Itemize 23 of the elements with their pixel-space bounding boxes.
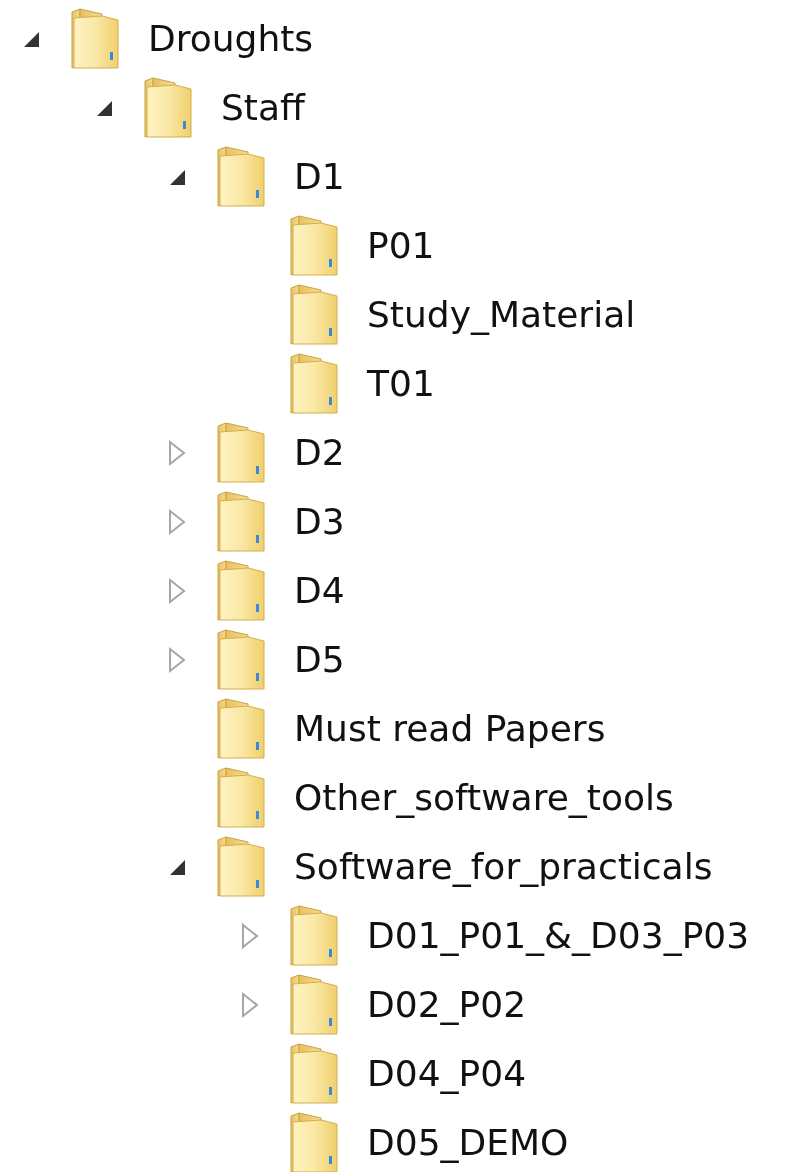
folder-label[interactable]: P01: [367, 225, 435, 266]
expand-arrow-icon[interactable]: [241, 922, 259, 949]
folder-label[interactable]: Software_for_practicals: [294, 846, 713, 887]
expand-arrow-icon[interactable]: [168, 508, 186, 535]
folder-label[interactable]: Other_software_tools: [294, 777, 674, 818]
folder-label[interactable]: Must read Papers: [294, 708, 606, 749]
folder-label[interactable]: Droughts: [148, 18, 314, 59]
folder-label[interactable]: Study_Material: [367, 294, 636, 335]
folder-label[interactable]: T01: [367, 363, 435, 404]
folder-label[interactable]: Staff: [221, 87, 305, 128]
expand-arrow-icon[interactable]: [241, 991, 259, 1018]
expand-arrow-icon[interactable]: [168, 577, 186, 604]
folder-label[interactable]: D4: [294, 570, 345, 611]
folder-label[interactable]: D3: [294, 501, 345, 542]
expand-arrow-icon[interactable]: [168, 646, 186, 673]
folder-label[interactable]: D2: [294, 432, 345, 473]
folder-label[interactable]: D1: [294, 156, 345, 197]
folder-label[interactable]: D02_P02: [367, 984, 527, 1025]
folder-label[interactable]: D05_DEMO: [367, 1122, 569, 1163]
expand-arrow-icon[interactable]: [168, 439, 186, 466]
folder-label[interactable]: D01_P01_&_D03_P03: [367, 915, 750, 956]
folder-label[interactable]: D5: [294, 639, 345, 680]
folder-label[interactable]: D04_P04: [367, 1053, 527, 1094]
